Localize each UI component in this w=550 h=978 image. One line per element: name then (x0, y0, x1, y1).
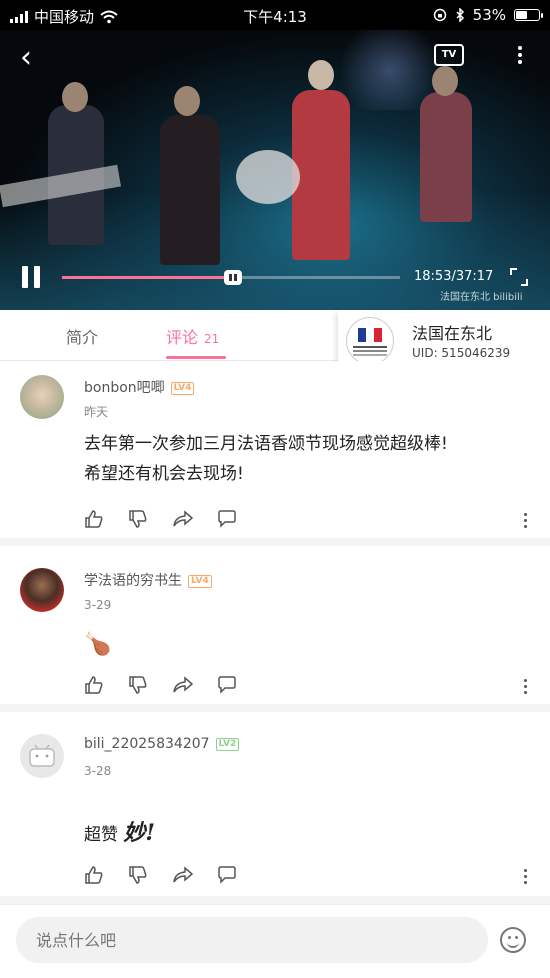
comment-more-button[interactable] (524, 513, 528, 529)
fullscreen-button[interactable] (510, 268, 528, 286)
video-player[interactable]: ‹ TV 18:53/37:17 法国在东北 bilibili (0, 30, 550, 310)
progress-fill (62, 276, 233, 279)
comment-bubble-icon (218, 866, 236, 884)
fullscreen-icon (510, 268, 528, 286)
thumbs-up-icon (85, 866, 103, 884)
rotation-lock-icon (433, 8, 446, 22)
share-icon (173, 676, 194, 693)
comment-input[interactable] (16, 917, 488, 963)
reply-button[interactable] (216, 865, 236, 885)
comment-username[interactable]: 学法语的穷书生 LV4 (84, 570, 212, 590)
share-icon (173, 866, 194, 883)
comment-actions (84, 509, 236, 529)
avatar[interactable] (20, 375, 64, 419)
comment-date: 昨天 (84, 405, 109, 419)
share-button[interactable] (172, 865, 194, 885)
share-button[interactable] (172, 675, 194, 695)
drumstick-emoji: 🍗 (84, 632, 112, 657)
avatar[interactable] (20, 568, 64, 612)
thumbs-down-icon (129, 510, 147, 528)
video-watermark: 法国在东北 bilibili (440, 292, 523, 303)
comment-username[interactable]: bonbon吧唧 LV4 (84, 377, 195, 397)
bluetooth-icon (456, 8, 464, 22)
progress-handle[interactable] (224, 270, 242, 285)
back-button[interactable]: ‹ (20, 43, 32, 73)
level-badge: LV4 (188, 575, 212, 588)
like-button[interactable] (84, 675, 104, 695)
like-button[interactable] (84, 509, 104, 529)
level-badge: LV4 (170, 382, 195, 395)
uploader-avatar (346, 317, 394, 365)
level-badge: LV2 (215, 738, 240, 751)
comment-item: 学法语的穷书生 LV4 3-29 🍗 (0, 546, 550, 712)
tab-intro[interactable]: 简介 (66, 324, 98, 348)
comment-actions (84, 865, 236, 885)
avatar[interactable] (20, 734, 64, 778)
french-flag-icon (358, 328, 382, 342)
comment-count: 21 (204, 332, 220, 346)
comment-date: 3-28 (84, 764, 112, 778)
miao-sticker: 妙! (123, 820, 156, 846)
thumbs-down-icon (129, 676, 147, 694)
share-icon (173, 510, 194, 527)
dislike-button[interactable] (128, 675, 148, 695)
dislike-button[interactable] (128, 865, 148, 885)
band-member-figure (420, 92, 472, 222)
comment-text: 🍗 (84, 630, 111, 660)
smiley-icon (507, 940, 519, 948)
comment-more-button[interactable] (524, 679, 528, 695)
uploader-name: 法国在东北 (412, 324, 493, 343)
pause-button[interactable] (22, 266, 42, 288)
drum-kit (236, 150, 300, 204)
emoji-button[interactable] (500, 927, 526, 953)
comment-text: 去年第一次参加三月法语香颂节现场感觉超级棒! 希望还有机会去现场! (84, 434, 448, 484)
thumbs-down-icon (129, 866, 147, 884)
thumbs-up-icon (85, 510, 103, 528)
battery-icon (514, 9, 543, 21)
tab-comments[interactable]: 评论 21 (166, 324, 219, 348)
more-options-button[interactable] (512, 44, 528, 68)
comment-bubble-icon (218, 676, 236, 694)
battery-percent: 53% (472, 6, 506, 24)
band-member-figure (292, 90, 350, 260)
comment-bubble-icon (218, 510, 236, 528)
like-button[interactable] (84, 865, 104, 885)
comment-actions (84, 675, 236, 695)
reply-button[interactable] (216, 675, 236, 695)
comment-input-bar (0, 904, 550, 978)
comment-text: 超赞 妙! (84, 820, 156, 846)
tab-underline (166, 356, 226, 359)
tv-cast-button[interactable]: TV (434, 44, 464, 66)
progress-bar[interactable] (62, 270, 400, 285)
comment-item: bonbon吧唧 LV4 昨天 去年第一次参加三月法语香颂节现场感觉超级棒! 希望… (0, 361, 550, 546)
default-bilibili-avatar-icon (29, 744, 55, 767)
dislike-button[interactable] (128, 509, 148, 529)
comment-more-button[interactable] (524, 869, 528, 885)
video-time: 18:53/37:17 (414, 269, 494, 284)
uploader-uid: UID: 515046239 (412, 346, 511, 360)
band-member-figure (160, 115, 220, 265)
share-button[interactable] (172, 509, 194, 529)
reply-button[interactable] (216, 509, 236, 529)
comment-item: bili_22025834207 LV2 3-28 超赞 妙! (0, 712, 550, 904)
status-bar: 中国移动 下午4:13 53% (0, 0, 550, 30)
comment-username[interactable]: bili_22025834207 LV2 (84, 736, 240, 752)
thumbs-up-icon (85, 676, 103, 694)
comment-date: 3-29 (84, 598, 112, 612)
